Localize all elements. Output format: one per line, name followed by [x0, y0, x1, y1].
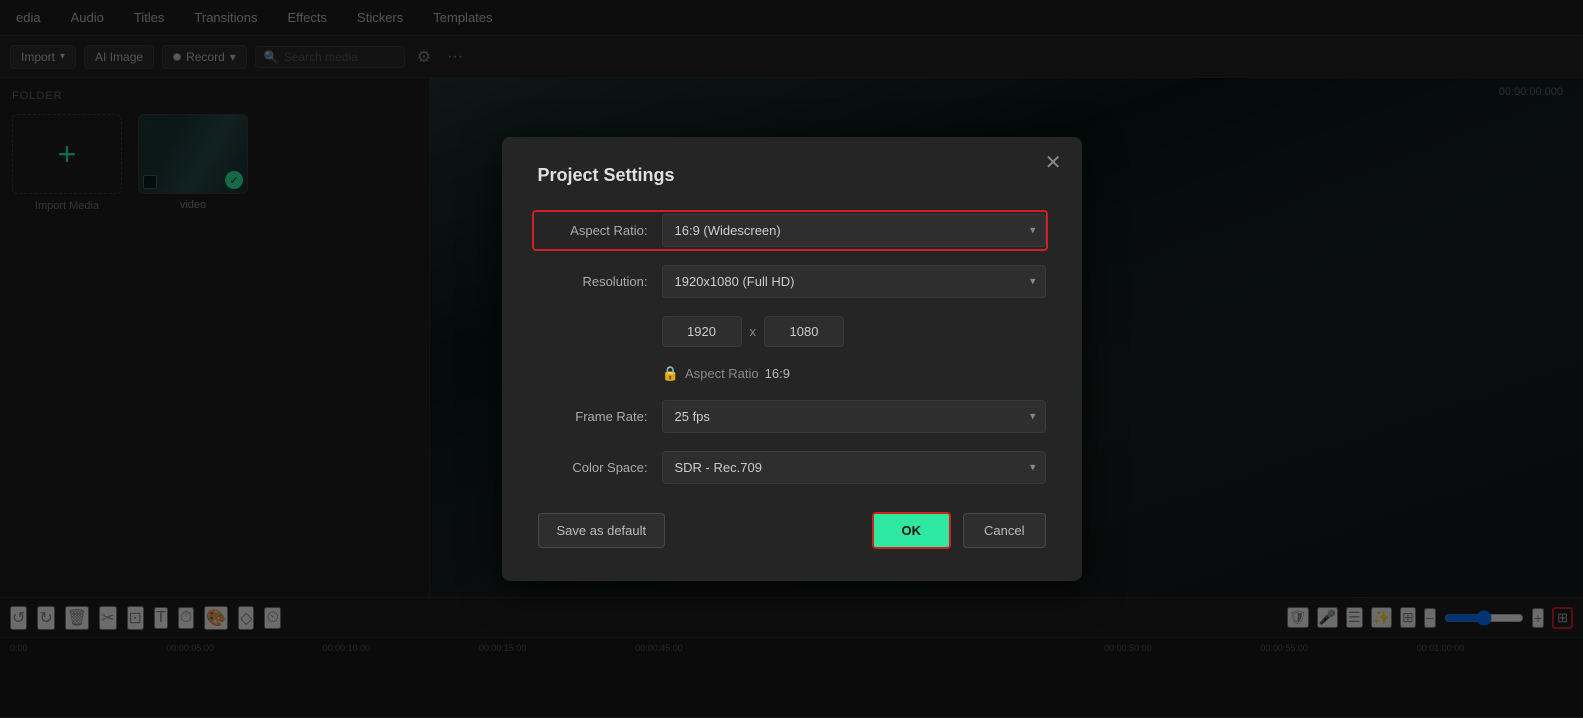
aspect-ratio-select[interactable]: 16:9 (Widescreen) 4:3 (Standard) 1:1 (Sq… — [662, 214, 1046, 247]
color-space-row: Color Space: SDR - Rec.709 HDR - Rec.202… — [538, 451, 1046, 484]
resolution-select-wrap: 1920x1080 (Full HD) 1280x720 (HD) 3840x2… — [662, 265, 1046, 298]
height-input[interactable]: 1080 — [764, 316, 844, 347]
resolution-select[interactable]: 1920x1080 (Full HD) 1280x720 (HD) 3840x2… — [662, 265, 1046, 298]
width-input[interactable]: 1920 — [662, 316, 742, 347]
modal-footer: Save as default OK Cancel — [538, 512, 1046, 549]
color-space-select-wrap: SDR - Rec.709 HDR - Rec.2020 ▾ — [662, 451, 1046, 484]
resolution-inputs: 1920 x 1080 — [662, 316, 1046, 347]
frame-rate-label: Frame Rate: — [538, 409, 648, 424]
aspect-lock-label: Aspect Ratio — [685, 366, 759, 381]
frame-rate-select-wrap: 24 fps 25 fps 30 fps 60 fps ▾ — [662, 400, 1046, 433]
resolution-row: Resolution: 1920x1080 (Full HD) 1280x720… — [538, 265, 1046, 298]
aspect-ratio-row: Aspect Ratio: 16:9 (Widescreen) 4:3 (Sta… — [538, 214, 1046, 247]
ok-button[interactable]: OK — [872, 512, 952, 549]
color-space-label: Color Space: — [538, 460, 648, 475]
frame-rate-select[interactable]: 24 fps 25 fps 30 fps 60 fps — [662, 400, 1046, 433]
aspect-lock-value: 16:9 — [765, 366, 790, 381]
resolution-x-separator: x — [750, 324, 757, 339]
resolution-label: Resolution: — [538, 274, 648, 289]
cancel-button[interactable]: Cancel — [963, 513, 1045, 548]
aspect-lock-row: 🔒 Aspect Ratio 16:9 — [662, 365, 1046, 382]
lock-icon: 🔒 — [662, 365, 679, 382]
aspect-ratio-select-wrap: 16:9 (Widescreen) 4:3 (Standard) 1:1 (Sq… — [662, 214, 1046, 247]
modal-title: Project Settings — [538, 165, 1046, 186]
project-settings-modal: Project Settings ✕ Aspect Ratio: 16:9 (W… — [502, 137, 1082, 581]
resolution-inputs-row: 1920 x 1080 — [538, 316, 1046, 347]
save-as-default-button[interactable]: Save as default — [538, 513, 666, 548]
modal-overlay: Project Settings ✕ Aspect Ratio: 16:9 (W… — [0, 0, 1583, 717]
modal-close-button[interactable]: ✕ — [1045, 153, 1062, 173]
aspect-ratio-label: Aspect Ratio: — [538, 223, 648, 238]
frame-rate-row: Frame Rate: 24 fps 25 fps 30 fps 60 fps … — [538, 400, 1046, 433]
color-space-select[interactable]: SDR - Rec.709 HDR - Rec.2020 — [662, 451, 1046, 484]
